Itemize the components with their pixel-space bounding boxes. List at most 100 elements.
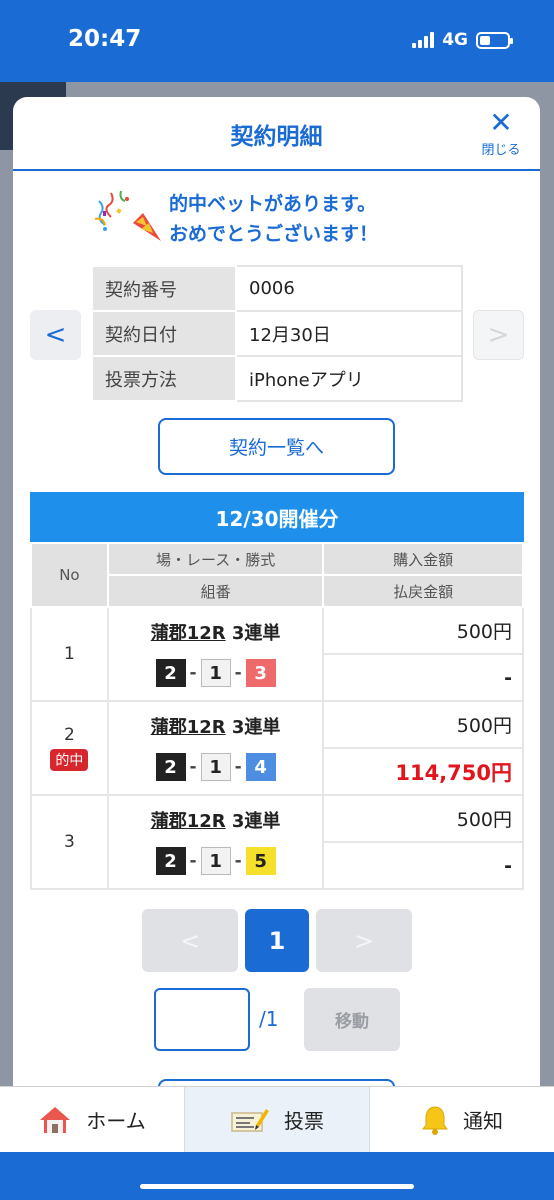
- race-line: 蒲郡12R 3連単: [109, 619, 323, 645]
- network-label: 4G: [442, 30, 468, 50]
- previous-contract-button[interactable]: <: [30, 310, 81, 360]
- combo-third: 5: [245, 847, 276, 875]
- signal-icon: [412, 32, 435, 48]
- table-row: 3 蒲郡12R 3連単 2 - 1 - 5 500円: [30, 794, 524, 890]
- bottom-safe-area: [0, 1152, 554, 1200]
- race-place-link[interactable]: 蒲郡12R: [151, 811, 226, 832]
- info-value: 0006: [235, 265, 463, 312]
- race-place-link[interactable]: 蒲郡12R: [151, 623, 226, 644]
- hit-badge: 的中: [50, 749, 89, 771]
- congrats-banner: 的中ベットがあります。 おめでとうございます！: [91, 189, 471, 249]
- table-row: 1 蒲郡12R 3連単 2 - 1 - 3 500円: [30, 606, 524, 702]
- pager-current-page[interactable]: 1: [245, 909, 309, 972]
- home-indicator[interactable]: [140, 1184, 414, 1189]
- bets-table: No 場・レース・勝式 購入金額 組番 払戻金額 1 蒲郡12R 3連単 2 -…: [30, 542, 524, 890]
- page-number-input[interactable]: [154, 988, 250, 1051]
- purchase-amount: 500円: [322, 700, 524, 749]
- bet-race-cell: 蒲郡12R 3連単 2 - 1 - 4: [106, 700, 325, 796]
- status-time: 20:47: [68, 26, 142, 52]
- combo-first: 2: [155, 659, 186, 687]
- bet-no: 2: [63, 725, 75, 745]
- battery-icon: [476, 31, 513, 49]
- modal-header: 契約明細 ✕ 閉じる: [13, 97, 540, 171]
- chevron-left-icon: <: [179, 926, 201, 955]
- status-bar: 20:47 4G: [0, 0, 554, 82]
- tab-vote[interactable]: 投票: [184, 1087, 370, 1152]
- info-label: 契約日付: [91, 310, 237, 357]
- combo-separator: -: [234, 663, 242, 683]
- header-payout: 払戻金額: [322, 574, 524, 608]
- payout-amount: -: [322, 653, 524, 702]
- info-row: 契約日付 12月30日: [91, 310, 463, 357]
- chevron-left-icon: <: [44, 320, 67, 350]
- combo-third: 3: [245, 659, 276, 687]
- tab-bar: ホーム 投票 通知: [0, 1086, 554, 1152]
- combo-first: 2: [155, 753, 186, 781]
- race-line: 蒲郡12R 3連単: [109, 807, 323, 833]
- chevron-right-icon: >: [487, 320, 510, 350]
- tab-home[interactable]: ホーム: [0, 1087, 184, 1152]
- bet-race-cell: 蒲郡12R 3連単 2 - 1 - 5: [106, 794, 325, 890]
- bet-no: 3: [30, 794, 109, 890]
- day-header: 12/30開催分: [30, 492, 524, 542]
- contract-info-table: 契約番号 0006 契約日付 12月30日 投票方法 iPhoneアプリ: [91, 265, 463, 402]
- info-value: iPhoneアプリ: [235, 355, 463, 402]
- purchase-amount: 500円: [322, 606, 524, 655]
- combo-third: 4: [245, 753, 276, 781]
- ticket-pen-icon: [231, 1108, 269, 1132]
- info-label: 投票方法: [91, 355, 237, 402]
- combo-second: 1: [200, 847, 231, 875]
- combo-separator: -: [189, 851, 197, 871]
- bet-type: 3連単: [231, 623, 281, 644]
- combo-second: 1: [200, 659, 231, 687]
- tab-home-label: ホーム: [86, 1109, 146, 1133]
- close-label: 閉じる: [481, 143, 521, 158]
- page-total: /1: [259, 1007, 279, 1031]
- close-button[interactable]: ✕ 閉じる: [476, 106, 526, 159]
- pager-prev-button[interactable]: <: [142, 909, 238, 972]
- payout-amount: 114,750円: [322, 747, 524, 796]
- congrats-line-1: 的中ベットがあります。: [169, 193, 377, 215]
- header-no: No: [30, 542, 109, 608]
- move-button[interactable]: 移動: [304, 988, 400, 1051]
- race-place-link[interactable]: 蒲郡12R: [151, 717, 226, 738]
- info-row: 契約番号 0006: [91, 265, 463, 312]
- next-contract-button[interactable]: >: [473, 310, 524, 360]
- congrats-line-2: おめでとうございます！: [169, 223, 379, 245]
- bet-type: 3連単: [231, 717, 281, 738]
- status-indicators: 4G: [412, 30, 513, 50]
- chevron-right-icon: >: [353, 926, 375, 955]
- close-icon: ✕: [489, 106, 513, 139]
- tab-vote-label: 投票: [284, 1109, 324, 1133]
- info-row: 投票方法 iPhoneアプリ: [91, 355, 463, 402]
- header-race: 場・レース・勝式: [106, 542, 325, 576]
- header-purchase: 購入金額: [322, 542, 524, 576]
- combo: 2 - 1 - 4: [109, 753, 323, 781]
- bet-no: 1: [30, 606, 109, 702]
- modal-title: 契約明細: [230, 124, 323, 150]
- payout-amount: -: [322, 841, 524, 890]
- tab-notify[interactable]: 通知: [370, 1087, 554, 1152]
- bell-icon: [422, 1105, 448, 1135]
- info-label: 契約番号: [91, 265, 237, 312]
- header-row: No 場・レース・勝式 購入金額: [30, 542, 524, 608]
- header-combo: 組番: [106, 574, 325, 608]
- house-icon: [40, 1106, 71, 1133]
- combo: 2 - 1 - 5: [109, 847, 323, 875]
- contract-detail-modal: 契約明細 ✕ 閉じる 的中ベットがあります。 おめでとうございます！ < > 契…: [13, 97, 540, 1097]
- combo-first: 2: [155, 847, 186, 875]
- congrats-text: 的中ベットがあります。 おめでとうございます！: [169, 189, 378, 249]
- combo-separator: -: [234, 851, 242, 871]
- combo-second: 1: [200, 753, 231, 781]
- bet-no-cell: 2 的中: [30, 700, 109, 796]
- combo-separator: -: [189, 663, 197, 683]
- purchase-amount: 500円: [322, 794, 524, 843]
- combo: 2 - 1 - 3: [109, 659, 323, 687]
- table-row: 2 的中 蒲郡12R 3連単 2 - 1 - 4 500円: [30, 700, 524, 796]
- bet-race-cell: 蒲郡12R 3連単 2 - 1 - 3: [106, 606, 325, 702]
- race-line: 蒲郡12R 3連単: [109, 713, 323, 739]
- bet-type: 3連単: [231, 811, 281, 832]
- contract-list-button[interactable]: 契約一覧へ: [158, 418, 395, 475]
- pager-next-button[interactable]: >: [316, 909, 412, 972]
- party-popper-icon: [94, 190, 161, 241]
